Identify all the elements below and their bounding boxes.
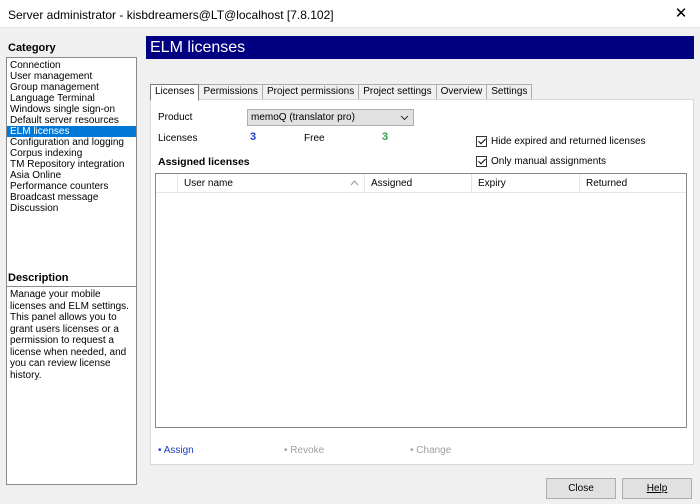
description-text: Manage your mobile licenses and ELM sett… <box>6 286 137 485</box>
licenses-label: Licenses <box>158 133 198 144</box>
hide-expired-option[interactable]: Hide expired and returned licenses <box>476 134 646 148</box>
title-bar: Server administrator - kisbdreamers@LT@l… <box>0 0 700 28</box>
category-item-broadcast-message[interactable]: Broadcast message <box>7 192 136 203</box>
category-item-configuration-logging[interactable]: Configuration and logging <box>7 137 136 148</box>
product-label: Product <box>158 112 193 123</box>
category-heading: Category <box>8 42 56 54</box>
free-label: Free <box>304 133 325 144</box>
column-header-returned[interactable]: Returned <box>580 174 686 193</box>
column-header-expiry[interactable]: Expiry <box>472 174 580 193</box>
sort-ascending-icon <box>350 174 359 200</box>
left-panel: Category Connection User management Grou… <box>0 29 145 504</box>
only-manual-option[interactable]: Only manual assignments <box>476 154 606 168</box>
free-count: 3 <box>382 131 389 143</box>
chevron-down-icon <box>400 110 409 130</box>
category-item-default-server-resources[interactable]: Default server resources <box>7 115 136 126</box>
licenses-count: 3 <box>250 131 257 143</box>
category-item-performance-counters[interactable]: Performance counters <box>7 181 136 192</box>
assigned-licenses-title: Assigned licenses <box>158 156 250 168</box>
change-link[interactable]: • Change <box>410 445 451 456</box>
product-value: memoQ (translator pro) <box>251 112 355 123</box>
category-item-group-management[interactable]: Group management <box>7 82 136 93</box>
help-button-label: Help <box>646 483 668 494</box>
hide-expired-label: Hide expired and returned licenses <box>491 135 646 147</box>
tab-project-settings[interactable]: Project settings <box>358 84 437 100</box>
tab-project-permissions[interactable]: Project permissions <box>261 84 360 100</box>
window-close-icon[interactable]: ✕ <box>672 5 690 23</box>
column-header-select[interactable] <box>156 174 178 193</box>
column-header-user-name[interactable]: User name <box>178 174 365 193</box>
category-item-elm-licenses[interactable]: ELM licenses <box>7 126 136 137</box>
description-heading: Description <box>8 272 69 284</box>
column-user-name-label: User name <box>184 178 233 189</box>
category-item-connection[interactable]: Connection <box>7 60 136 71</box>
category-item-discussion[interactable]: Discussion <box>7 203 136 214</box>
product-dropdown[interactable]: memoQ (translator pro) <box>247 109 414 126</box>
category-item-windows-sso[interactable]: Windows single sign-on <box>7 104 136 115</box>
help-button[interactable]: Help <box>622 478 692 499</box>
window-title: Server administrator - kisbdreamers@LT@l… <box>8 8 334 22</box>
category-item-user-management[interactable]: User management <box>7 71 136 82</box>
column-header-assigned[interactable]: Assigned <box>365 174 472 193</box>
tab-overview[interactable]: Overview <box>435 84 488 100</box>
only-manual-label: Only manual assignments <box>491 155 607 167</box>
only-manual-checkbox[interactable] <box>476 155 487 167</box>
assign-link[interactable]: • Assign <box>158 445 194 456</box>
category-list[interactable]: Connection User management Group managem… <box>6 57 137 289</box>
category-item-corpus-indexing[interactable]: Corpus indexing <box>7 148 136 159</box>
category-item-tm-repository[interactable]: TM Repository integration <box>7 159 136 170</box>
page-title: ELM licenses <box>146 36 694 59</box>
tab-permissions[interactable]: Permissions <box>198 84 263 100</box>
close-button[interactable]: Close <box>546 478 616 499</box>
revoke-link[interactable]: • Revoke <box>284 445 324 456</box>
grid-header: User name Assigned Expiry Returned <box>156 174 686 193</box>
tab-strip: Licenses Permissions Project permissions… <box>150 84 533 101</box>
assigned-licenses-grid[interactable]: User name Assigned Expiry Returned <box>155 173 687 428</box>
category-item-language-terminal[interactable]: Language Terminal <box>7 93 136 104</box>
hide-expired-checkbox[interactable] <box>476 135 487 147</box>
tab-licenses[interactable]: Licenses <box>150 84 200 101</box>
category-item-asia-online[interactable]: Asia Online <box>7 170 136 181</box>
tab-settings[interactable]: Settings <box>486 84 533 100</box>
